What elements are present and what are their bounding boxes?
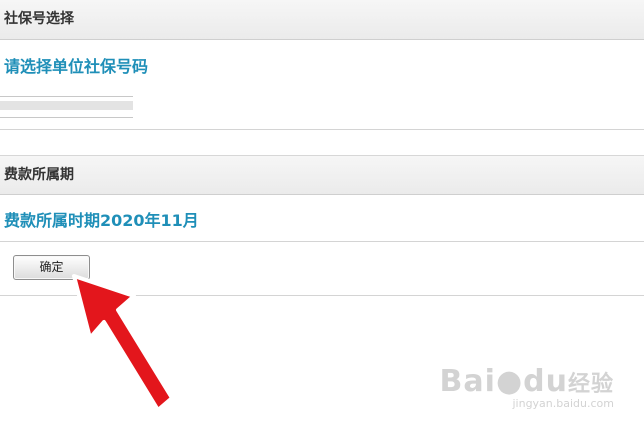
social-security-section-header: 社保号选择 <box>0 0 644 40</box>
baidu-jingyan-watermark: Bai●du经验 jingyan.baidu.com <box>439 364 614 410</box>
social-security-select-title: 请选择单位社保号码 <box>4 57 149 76</box>
baidu-paw-icon: ● <box>495 364 524 399</box>
social-security-number-field[interactable] <box>0 96 133 118</box>
blurred-option <box>0 101 133 110</box>
red-arrow-icon <box>72 274 174 412</box>
divider <box>0 129 644 130</box>
fee-period-title: 费款所属时期2020年11月 <box>4 211 199 230</box>
divider <box>0 241 644 242</box>
fee-period-section-header: 费款所属期 <box>0 155 644 195</box>
